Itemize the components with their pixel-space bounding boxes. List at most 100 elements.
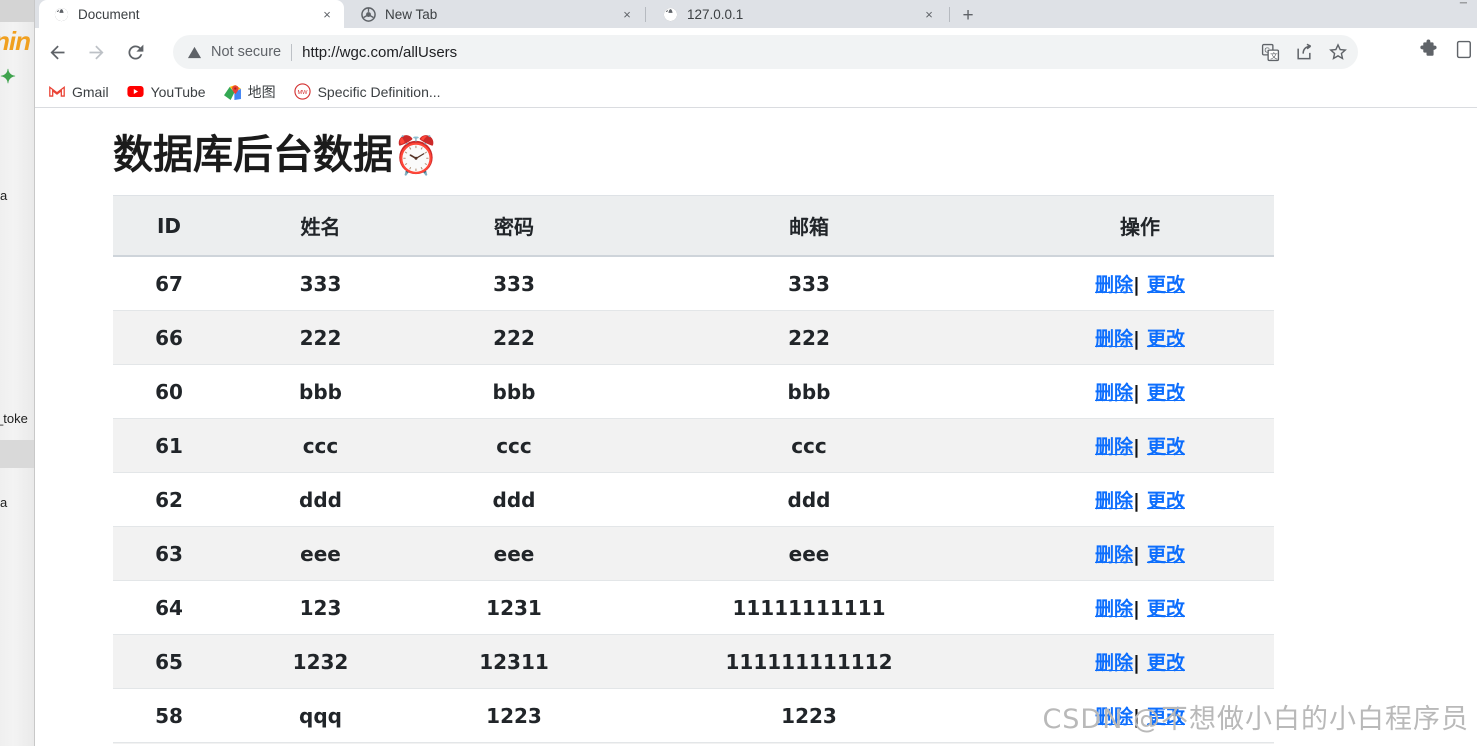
alarm-clock-icon: ⏰ xyxy=(393,134,440,177)
action-separator: | xyxy=(1133,544,1140,566)
row-cell-actions: 删除| 更改 xyxy=(1006,364,1274,419)
delete-link[interactable]: 删除 xyxy=(1095,436,1133,458)
modify-link[interactable]: 更改 xyxy=(1147,274,1185,296)
table-row: 65 1232 12311 111111111112 删除| 更改 xyxy=(113,634,1274,689)
table-row: 59aaaaaaaaa删除| 更改 xyxy=(113,742,1274,744)
bookmark-star-icon[interactable] xyxy=(1328,42,1348,62)
modify-link[interactable]: 更改 xyxy=(1147,436,1185,458)
modify-link[interactable]: 更改 xyxy=(1147,328,1185,350)
row-cell-email: 11111111111 xyxy=(612,580,1006,635)
tab-title: Document xyxy=(78,6,140,22)
row-cell-id: 64 xyxy=(113,580,225,635)
delete-link[interactable]: 删除 xyxy=(1095,598,1133,620)
bookmark-specific-definition[interactable]: MW Specific Definition... xyxy=(293,83,441,100)
warning-triangle-icon xyxy=(187,45,202,60)
column-header-password: 密码 xyxy=(416,195,612,257)
row-cell-password: 1231 xyxy=(416,580,612,635)
new-tab-button[interactable]: + xyxy=(957,4,979,26)
delete-link[interactable]: 删除 xyxy=(1095,274,1133,296)
delete-link[interactable]: 删除 xyxy=(1095,382,1133,404)
bookmark-maps[interactable]: 地图 xyxy=(223,82,276,102)
delete-link[interactable]: 删除 xyxy=(1095,544,1133,566)
modify-link[interactable]: 更改 xyxy=(1147,382,1185,404)
close-icon[interactable]: × xyxy=(921,6,937,22)
row-cell-name: bbb xyxy=(225,364,416,419)
column-header-actions: 操作 xyxy=(1006,195,1274,257)
row-cell-actions: 删除| 更改 xyxy=(1006,634,1274,689)
share-icon[interactable] xyxy=(1294,42,1314,62)
back-button[interactable] xyxy=(40,35,74,69)
row-cell-actions: 删除| 更改 xyxy=(1006,580,1274,635)
address-bar[interactable]: Not secure http://wgc.com/allUsers G文 xyxy=(173,35,1358,69)
row-cell-name: 222 xyxy=(225,310,416,365)
page-title-text: 数据库后台数据 xyxy=(113,132,393,178)
row-cell-email: aaa xyxy=(612,742,1006,744)
bookmark-label: Gmail xyxy=(72,83,109,100)
row-cell-actions: 删除| 更改 xyxy=(1006,255,1274,311)
omnibox-actions: G文 xyxy=(1261,42,1348,62)
modify-link[interactable]: 更改 xyxy=(1147,544,1185,566)
delete-link[interactable]: 删除 xyxy=(1095,652,1133,674)
browser-window: Document × New Tab × 127.0.0.1 × + ─ Not… xyxy=(35,0,1477,746)
close-icon[interactable]: × xyxy=(619,6,635,22)
tab-127-0-0-1[interactable]: 127.0.0.1 × xyxy=(648,0,946,28)
row-cell-password: ddd xyxy=(416,472,612,527)
table-body: 67 333 333 333 删除| 更改 66 222 222 222 删除| 更改 60 bbb b… xyxy=(113,255,1274,744)
svg-text:文: 文 xyxy=(1270,50,1278,60)
row-cell-password: 333 xyxy=(416,255,612,311)
row-cell-email: ddd xyxy=(612,472,1006,527)
reload-button[interactable] xyxy=(118,35,152,69)
row-cell-name: ddd xyxy=(225,472,416,527)
delete-link[interactable]: 删除 xyxy=(1095,328,1133,350)
window-controls[interactable]: ─ xyxy=(1460,0,1471,9)
users-table: ID 姓名 密码 邮箱 操作 67 333 333 333 删除| 更改 66 222 222… xyxy=(113,195,1274,744)
background-text-fragment: _toke xyxy=(0,411,28,426)
row-cell-email: bbb xyxy=(612,364,1006,419)
row-cell-email: 222 xyxy=(612,310,1006,365)
row-cell-id: 59 xyxy=(113,742,225,744)
table-row: 64 123 1231 11111111111 删除| 更改 xyxy=(113,580,1274,635)
tab-new-tab[interactable]: New Tab × xyxy=(346,0,644,28)
bookmark-youtube[interactable]: YouTube xyxy=(126,83,206,100)
close-icon[interactable]: × xyxy=(319,6,335,22)
bookmark-gmail[interactable]: Gmail xyxy=(48,83,109,100)
page-title: 数据库后台数据⏰ xyxy=(113,122,1477,180)
row-cell-name: 333 xyxy=(225,255,416,311)
row-cell-password: 1223 xyxy=(416,688,612,743)
tab-document[interactable]: Document × xyxy=(39,0,344,28)
row-cell-id: 60 xyxy=(113,364,225,419)
modify-link[interactable]: 更改 xyxy=(1147,490,1185,512)
table-row: 63 eee eee eee 删除| 更改 xyxy=(113,526,1274,581)
bookmark-label: Specific Definition... xyxy=(317,83,441,100)
chrome-icon xyxy=(360,6,376,22)
modify-link[interactable]: 更改 xyxy=(1147,706,1185,728)
extensions-puzzle-icon[interactable] xyxy=(1418,39,1438,59)
action-separator: | xyxy=(1133,382,1140,404)
tab-strip: Document × New Tab × 127.0.0.1 × + ─ xyxy=(35,0,1477,28)
delete-link[interactable]: 删除 xyxy=(1095,490,1133,512)
omnibox-divider xyxy=(291,43,293,61)
background-text-fragment: a xyxy=(0,188,8,203)
modify-link[interactable]: 更改 xyxy=(1147,652,1185,674)
table-header-row: ID 姓名 密码 邮箱 操作 xyxy=(113,195,1274,257)
row-cell-name: 1232 xyxy=(225,634,416,689)
row-cell-name: qqq xyxy=(225,688,416,743)
toolbar-right-icons xyxy=(1418,39,1477,59)
table-head: ID 姓名 密码 邮箱 操作 xyxy=(113,195,1274,257)
forward-button[interactable] xyxy=(79,35,113,69)
modify-link[interactable]: 更改 xyxy=(1147,598,1185,620)
row-cell-id: 63 xyxy=(113,526,225,581)
row-cell-id: 65 xyxy=(113,634,225,689)
youtube-icon xyxy=(126,83,144,100)
background-text-fragment: a xyxy=(0,495,8,510)
row-cell-password: aaa xyxy=(416,742,612,744)
action-separator: | xyxy=(1133,490,1140,512)
profile-icon[interactable] xyxy=(1456,40,1475,59)
row-cell-actions: 删除| 更改 xyxy=(1006,688,1274,743)
globe-icon xyxy=(53,6,69,22)
row-cell-email: ccc xyxy=(612,418,1006,473)
background-highlight-strip xyxy=(0,440,34,468)
translate-icon[interactable]: G文 xyxy=(1261,43,1280,62)
delete-link[interactable]: 删除 xyxy=(1095,706,1133,728)
row-cell-actions: 删除| 更改 xyxy=(1006,526,1274,581)
